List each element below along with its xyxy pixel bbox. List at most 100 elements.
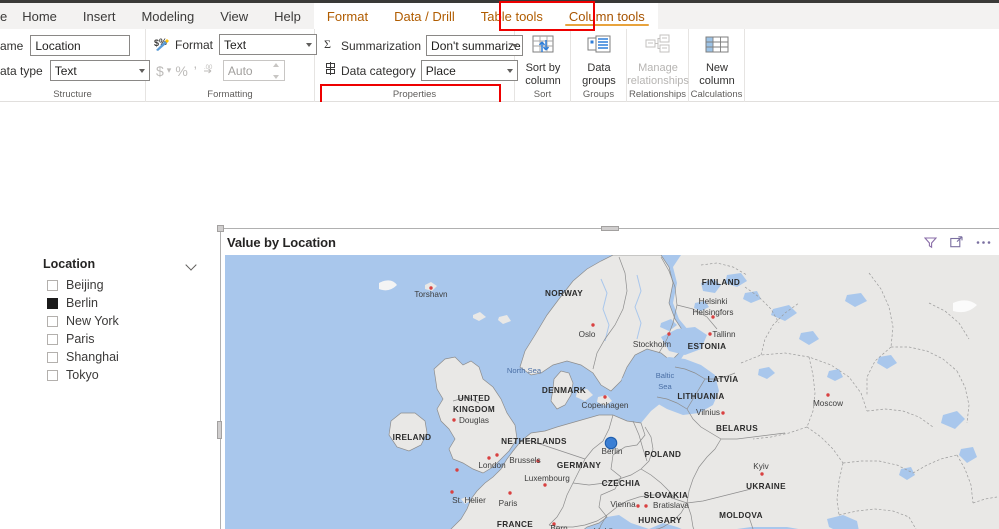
data-type-label: ata type xyxy=(0,63,43,78)
format-value: Text xyxy=(224,37,247,52)
manage-relationships-label: Manage relationships xyxy=(627,62,689,87)
svg-text:Vilnius: Vilnius xyxy=(696,408,720,417)
tab-file[interactable]: e xyxy=(0,3,9,29)
svg-text:Vienna: Vienna xyxy=(610,500,636,509)
decimal-places-value: Auto xyxy=(227,63,253,78)
chevron-down-icon xyxy=(306,42,313,47)
new-column-label: New column xyxy=(699,62,735,87)
svg-text:Helsingfors: Helsingfors xyxy=(693,308,734,317)
manage-relationships-button[interactable]: Manage relationships xyxy=(627,31,689,89)
svg-text:Luxembourg: Luxembourg xyxy=(524,474,570,483)
summarization-label: Summarization xyxy=(341,38,422,53)
decrease-decimals-button[interactable]: .00 xyxy=(203,63,216,78)
svg-text:Bratislava: Bratislava xyxy=(653,501,689,510)
data-type-combobox[interactable]: Text xyxy=(49,60,150,81)
bing-map[interactable]: .land { fill:#e9e8e6; stroke:#8d8d8d; st… xyxy=(225,255,999,529)
focus-mode-icon[interactable] xyxy=(950,235,963,249)
more-options-icon[interactable] xyxy=(976,240,991,245)
thousands-separator-button[interactable]: ’ xyxy=(194,63,197,79)
chevron-down-icon xyxy=(506,68,513,73)
tab-help[interactable]: Help xyxy=(261,3,314,29)
data-type-value: Text xyxy=(54,63,77,78)
checkbox-checked[interactable] xyxy=(47,297,58,309)
ribbon-group-formatting: $ % Format Text $ ▾ % ’ .00 Auto Formatt… xyxy=(146,29,318,102)
data-groups-button[interactable]: Data groups xyxy=(571,31,627,89)
tab-insert[interactable]: Insert xyxy=(70,3,129,29)
svg-text:ESTONIA: ESTONIA xyxy=(688,342,727,351)
svg-text:IRELAND: IRELAND xyxy=(393,433,432,442)
svg-text:Paris: Paris xyxy=(499,499,518,508)
svg-text:London: London xyxy=(478,461,506,470)
ribbon-group-relationships: Manage relationships Relationships xyxy=(627,29,689,102)
name-input[interactable]: Location xyxy=(30,35,131,56)
slicer-item-beijing[interactable]: Beijing xyxy=(43,276,203,294)
ribbon-group-groups: Data groups Groups xyxy=(571,29,627,102)
format-label: Format xyxy=(175,37,214,52)
svg-text:CZECHIA: CZECHIA xyxy=(602,479,641,488)
checkbox[interactable] xyxy=(47,333,58,345)
slicer-item-paris[interactable]: Paris xyxy=(43,330,203,348)
data-category-combobox[interactable]: Place xyxy=(420,60,518,81)
data-category-value: Place xyxy=(425,63,456,78)
slicer-item-label: Berlin xyxy=(66,296,98,310)
map-visual[interactable]: Value by Location North Sea Baltic Sea N… xyxy=(217,225,999,529)
checkbox[interactable] xyxy=(47,369,58,381)
visual-header: Value by Location xyxy=(221,229,999,255)
svg-text:UKRAINE: UKRAINE xyxy=(746,482,786,491)
summarization-value: Don't summarize xyxy=(431,38,521,53)
slicer-item-shanghai[interactable]: Shanghai xyxy=(43,348,203,366)
chevron-down-icon xyxy=(138,68,145,73)
tab-column-tools[interactable]: Column tools xyxy=(555,3,658,29)
svg-text:LATVIA: LATVIA xyxy=(707,375,738,384)
slicer-item-label: New York xyxy=(66,314,119,328)
decimal-places-input[interactable]: Auto xyxy=(222,60,285,81)
slicer-item-label: Tokyo xyxy=(66,368,99,382)
filter-icon[interactable] xyxy=(924,236,937,249)
summarization-combobox[interactable]: Don't summarize xyxy=(426,35,524,56)
decimal-places-stepper[interactable] xyxy=(272,63,281,79)
tab-table-tools[interactable]: Table tools xyxy=(467,3,556,29)
checkbox[interactable] xyxy=(47,351,58,363)
slicer-item-tokyo[interactable]: Tokyo xyxy=(43,366,203,384)
svg-text:HUNGARY: HUNGARY xyxy=(638,516,682,525)
format-combobox[interactable]: Text xyxy=(219,34,318,55)
group-label-groups: Groups xyxy=(582,89,615,100)
ribbon-tab-strip: e Home Insert Modeling View Help Format … xyxy=(0,0,999,29)
svg-text:FINLAND: FINLAND xyxy=(702,278,740,287)
slicer-item-new-york[interactable]: New York xyxy=(43,312,203,330)
svg-text:UNITED: UNITED xyxy=(458,394,491,403)
tab-data-drill[interactable]: Data / Drill xyxy=(381,3,468,29)
svg-text:NETHERLANDS: NETHERLANDS xyxy=(501,437,567,446)
tab-home[interactable]: Home xyxy=(9,3,70,29)
slicer-location: Location Beijing Berlin New York Paris S… xyxy=(43,257,203,384)
sort-by-column-label: Sort by column xyxy=(525,62,561,87)
svg-text:Torshavn: Torshavn xyxy=(414,290,448,299)
tab-format[interactable]: Format xyxy=(313,3,382,29)
resize-handle-left[interactable] xyxy=(217,421,222,439)
svg-text:Kyiv: Kyiv xyxy=(753,462,769,471)
checkbox[interactable] xyxy=(47,315,58,327)
ribbon-group-properties: Σ Summarization Don't summarize Data cat… xyxy=(315,29,524,102)
svg-text:Sea: Sea xyxy=(658,382,672,391)
slicer-item-berlin[interactable]: Berlin xyxy=(43,294,203,312)
currency-dropdown-icon[interactable]: ▾ xyxy=(167,65,172,76)
percent-format-button[interactable]: % xyxy=(175,63,187,79)
slicer-title: Location xyxy=(43,257,96,271)
checkbox[interactable] xyxy=(47,279,58,291)
visual-header-icons xyxy=(924,235,991,249)
svg-text:Baltic: Baltic xyxy=(656,371,675,380)
data-groups-label: Data groups xyxy=(582,62,616,87)
svg-text:.00: .00 xyxy=(204,65,213,71)
group-label-sort: Sort xyxy=(533,89,552,100)
tab-modeling[interactable]: Modeling xyxy=(128,3,207,29)
svg-text:Σ: Σ xyxy=(324,37,331,50)
ribbon-group-structure: ame Location ata type Text Structure xyxy=(0,29,150,102)
currency-format-button[interactable]: $ xyxy=(156,63,164,79)
svg-text:Tallinn: Tallinn xyxy=(712,330,736,339)
sort-by-column-button[interactable]: Sort by column xyxy=(515,31,571,89)
new-column-button[interactable]: New column xyxy=(689,31,745,89)
svg-text:Berlin: Berlin xyxy=(602,447,623,456)
tab-view[interactable]: View xyxy=(207,3,261,29)
chevron-down-icon[interactable] xyxy=(187,261,197,267)
sort-by-column-icon xyxy=(529,31,557,59)
